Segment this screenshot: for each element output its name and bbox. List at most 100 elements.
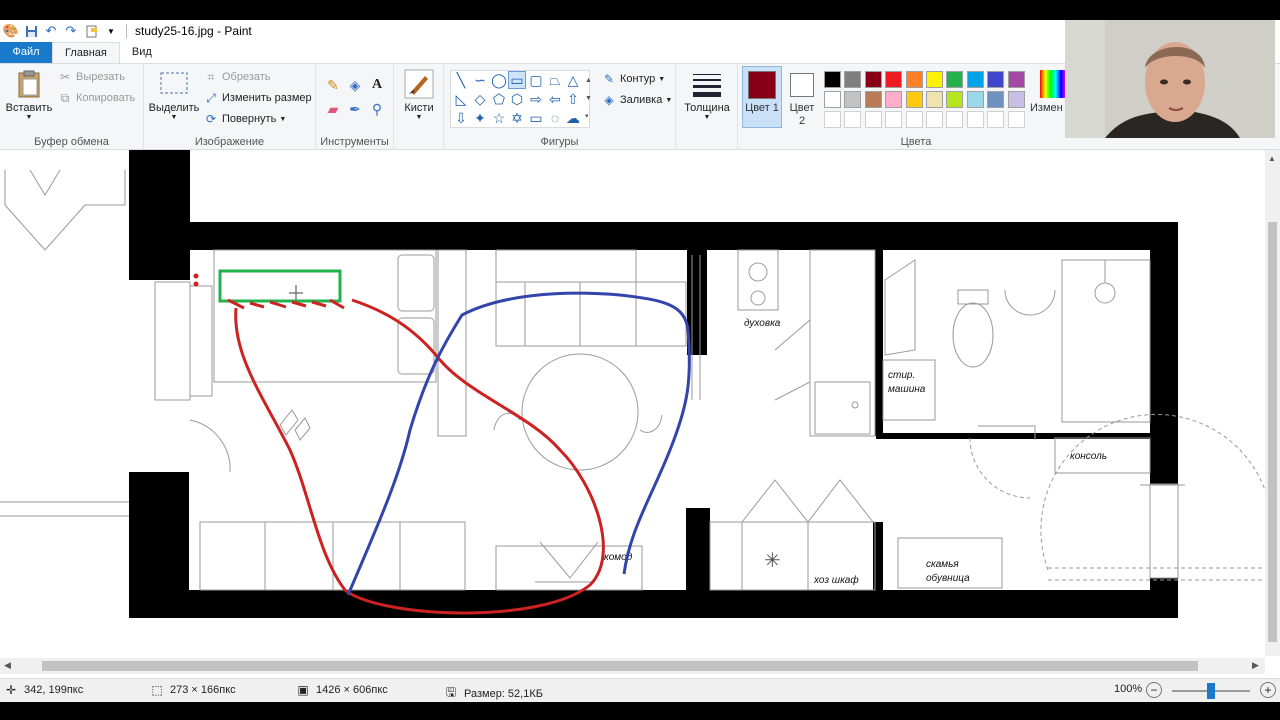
scroll-right-icon[interactable]: ▶ <box>1252 660 1259 671</box>
zoom-slider-thumb[interactable] <box>1207 683 1215 699</box>
palette-swatch[interactable] <box>824 91 841 108</box>
pentagon-shape-icon[interactable]: ⬠ <box>490 90 508 108</box>
undo-icon[interactable]: ↶ <box>42 22 60 40</box>
palette-custom-swatch[interactable] <box>824 111 841 128</box>
color1-label[interactable]: Цвет 1 <box>742 102 782 115</box>
zoom-out-icon[interactable]: − <box>1146 682 1162 698</box>
color2-label[interactable]: Цвет 2 <box>786 102 818 128</box>
rectangle-shape-icon[interactable]: ▭ <box>508 71 526 89</box>
palette-custom-swatch[interactable] <box>885 111 903 128</box>
shapes-scroll-icon[interactable]: ▲ ▼ ▾ <box>585 72 592 126</box>
hexagon-shape-icon[interactable]: ⬡ <box>508 90 526 108</box>
tab-view[interactable]: Вид <box>120 42 164 63</box>
polygon-shape-icon[interactable]: ⏢ <box>546 71 564 89</box>
right-triangle-shape-icon[interactable]: ◺ <box>452 90 470 108</box>
size-button[interactable]: Толщина ▼ <box>682 68 732 121</box>
palette-custom-swatch[interactable] <box>946 111 964 128</box>
vertical-scroll-thumb[interactable] <box>1268 222 1277 642</box>
six-point-star-shape-icon[interactable]: ✡ <box>508 109 526 127</box>
copy-button[interactable]: ⧉ Копировать <box>58 91 136 105</box>
pencil-icon[interactable]: ✎ <box>324 76 342 94</box>
horizontal-scrollbar[interactable]: ◀ ▶ <box>0 658 1265 674</box>
line-shape-icon[interactable]: ╲ <box>452 71 470 89</box>
palette-swatch[interactable] <box>864 71 882 88</box>
palette-swatch[interactable] <box>905 91 923 108</box>
palette-swatch[interactable] <box>966 71 984 88</box>
palette-swatch[interactable] <box>987 91 1005 108</box>
palette-custom-swatch[interactable] <box>1007 111 1025 128</box>
palette-custom-swatch[interactable] <box>905 111 923 128</box>
resize-button[interactable]: ⤢ Изменить размер <box>204 91 311 105</box>
eraser-icon[interactable]: ▰ <box>324 100 342 118</box>
five-point-star-shape-icon[interactable]: ☆ <box>490 109 508 127</box>
palette-swatch[interactable] <box>864 91 882 108</box>
text-tool-icon[interactable]: A <box>368 76 386 94</box>
palette-swatch[interactable] <box>905 71 923 88</box>
diamond-shape-icon[interactable]: ◇ <box>471 90 489 108</box>
rotate-button[interactable]: ⟳ Повернуть ▼ <box>204 112 286 126</box>
paste-button[interactable]: Вставить ▼ <box>4 68 54 121</box>
save-icon[interactable] <box>22 22 40 40</box>
four-point-star-shape-icon[interactable]: ✦ <box>471 109 489 127</box>
red-dot-2 <box>193 281 199 287</box>
palette-swatch[interactable] <box>844 71 862 88</box>
scroll-left-icon[interactable]: ◀ <box>4 660 11 671</box>
palette-custom-swatch[interactable] <box>987 111 1005 128</box>
triangle-shape-icon[interactable]: △ <box>564 71 582 89</box>
palette-swatch[interactable] <box>844 91 862 108</box>
outline-button[interactable]: ✎ Контур ▼ <box>602 72 665 86</box>
tab-file[interactable]: Файл <box>0 42 52 63</box>
right-arrow-shape-icon[interactable]: ⇨ <box>527 90 545 108</box>
customize-quick-access-icon[interactable]: ▼ <box>102 22 120 40</box>
brushes-button[interactable]: Кисти ▼ <box>400 68 438 121</box>
selection-size-value: 273 × 166пкс <box>170 684 236 696</box>
palette-swatch[interactable] <box>946 71 964 88</box>
zoom-in-icon[interactable]: + <box>1260 682 1276 698</box>
tab-home[interactable]: Главная <box>52 42 120 63</box>
horizontal-scroll-thumb[interactable] <box>42 661 1198 671</box>
oval-callout-shape-icon[interactable]: ◌ <box>546 109 564 127</box>
down-arrow-shape-icon[interactable]: ⇩ <box>452 109 470 127</box>
up-arrow-shape-icon[interactable]: ⇧ <box>564 90 582 108</box>
palette-swatch[interactable] <box>1007 71 1025 88</box>
palette-swatch[interactable] <box>946 91 964 108</box>
cut-button[interactable]: ✂ Вырезать <box>58 70 125 84</box>
palette-swatch[interactable] <box>1007 91 1025 108</box>
fill-bucket-icon[interactable]: ◈ <box>346 76 364 94</box>
select-button[interactable]: Выделить ▼ <box>148 68 200 121</box>
redo-icon[interactable]: ↷ <box>62 22 80 40</box>
palette-swatch[interactable] <box>885 91 903 108</box>
palette-swatch[interactable] <box>885 71 903 88</box>
palette-swatch[interactable] <box>966 91 984 108</box>
fill-button[interactable]: ◈ Заливка ▼ <box>602 93 672 107</box>
oval-shape-icon[interactable]: ◯ <box>490 71 508 89</box>
palette-swatch[interactable] <box>824 71 841 88</box>
palette-swatch[interactable] <box>926 71 943 88</box>
magnifier-icon[interactable]: ⚲ <box>368 100 386 118</box>
vertical-scrollbar[interactable]: ▲ <box>1265 150 1280 656</box>
palette-swatch[interactable] <box>987 71 1005 88</box>
rect-callout-shape-icon[interactable]: ▭ <box>527 109 545 127</box>
color1-swatch[interactable] <box>748 71 776 99</box>
color-picker-icon[interactable]: ✒ <box>346 100 364 118</box>
palette-swatch[interactable] <box>926 91 943 108</box>
palette-custom-swatch[interactable] <box>926 111 943 128</box>
floor-plan-image[interactable]: ✳ духовка стир. машина консоль комод хоз… <box>0 150 1265 656</box>
cloud-callout-shape-icon[interactable]: ☁ <box>564 109 582 127</box>
rotate-dropdown-icon: ▼ <box>279 115 287 123</box>
palette-custom-swatch[interactable] <box>966 111 984 128</box>
curve-shape-icon[interactable]: ∽ <box>471 71 489 89</box>
left-arrow-shape-icon[interactable]: ⇦ <box>546 90 564 108</box>
new-document-icon[interactable] <box>82 22 100 40</box>
status-selection-size: ⬚ 273 × 166пкс <box>150 683 236 697</box>
canvas-workspace[interactable]: ✳ духовка стир. машина консоль комод хоз… <box>0 150 1265 656</box>
scroll-up-icon[interactable]: ▲ <box>1268 154 1276 163</box>
paint-app-icon[interactable]: 🎨 <box>2 22 20 40</box>
crop-button[interactable]: ⌗ Обрезать <box>204 70 271 84</box>
file-size-value: Размер: 52,1КБ <box>464 687 543 700</box>
palette-custom-swatch[interactable] <box>864 111 882 128</box>
edit-colors-icon[interactable] <box>1040 70 1066 98</box>
rounded-rectangle-shape-icon[interactable]: ▢ <box>527 71 545 89</box>
color2-swatch[interactable] <box>790 73 814 97</box>
palette-custom-swatch[interactable] <box>844 111 862 128</box>
